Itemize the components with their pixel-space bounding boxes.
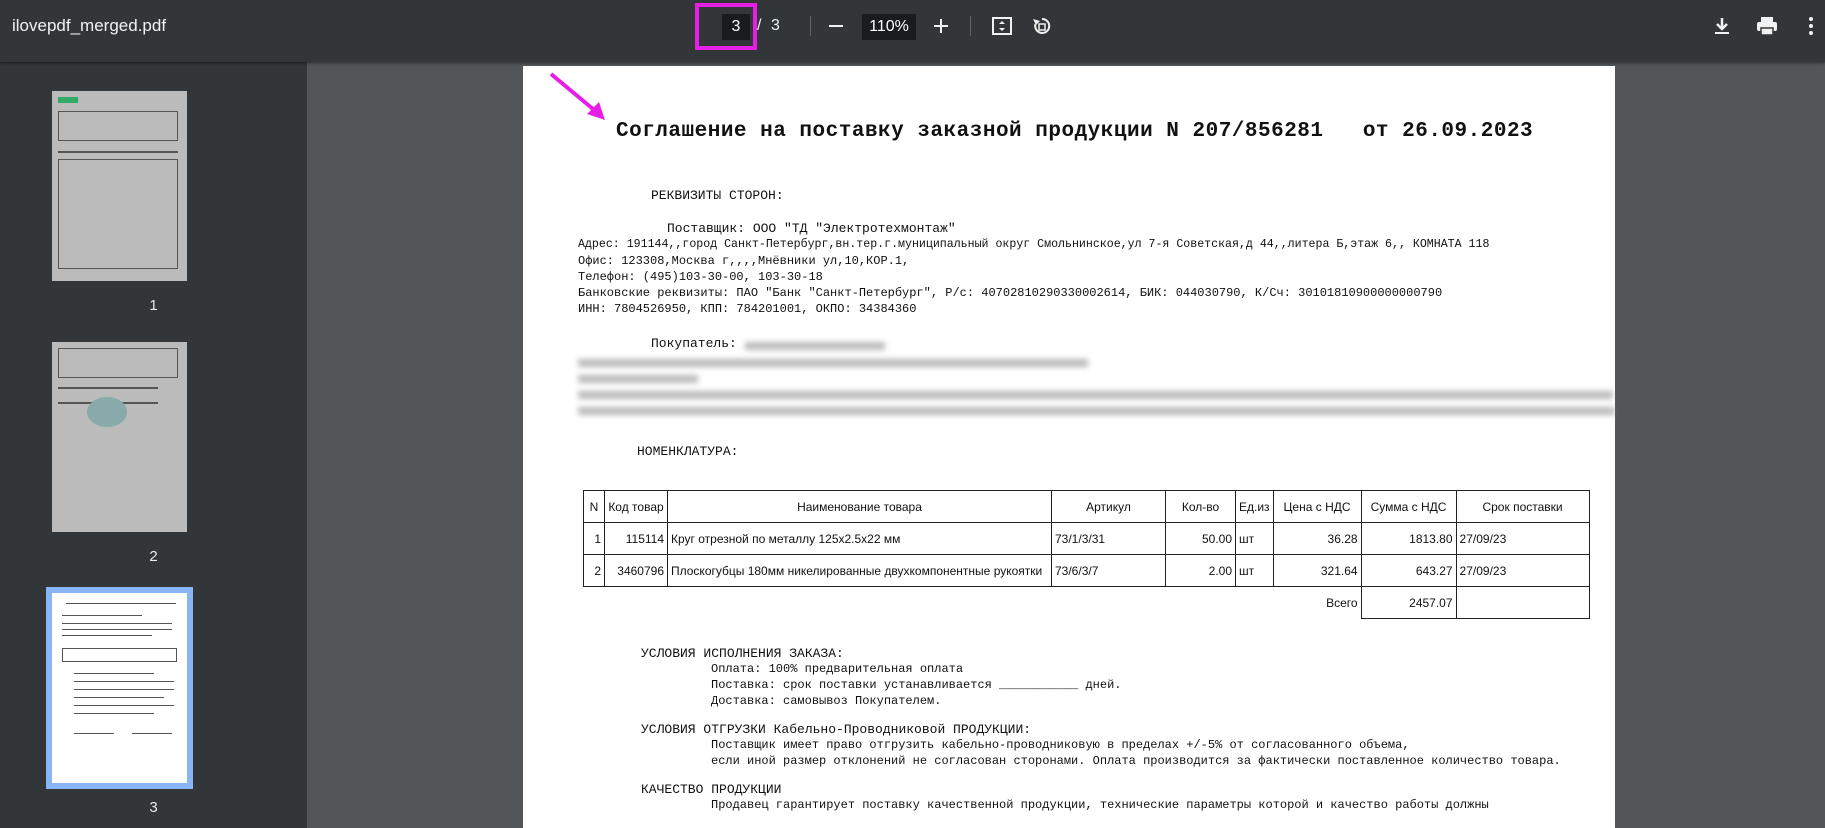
rotate-icon [1033, 17, 1051, 34]
section-parties: РЕКВИЗИТЫ СТОРОН: [651, 188, 784, 203]
page-thumbnail-3[interactable] [46, 587, 193, 789]
column-header: Код товар [604, 490, 668, 523]
arrow-annotation-icon [549, 72, 605, 120]
shipping-title: УСЛОВИЯ ОТГРУЗКИ Кабельно-Проводниковой … [641, 722, 1032, 737]
cell-n: 1 [583, 522, 605, 555]
cell-price: 36.28 [1272, 522, 1362, 555]
rotate-button[interactable] [1026, 10, 1058, 42]
cell-code: 3460796 [604, 554, 668, 587]
plus-icon [934, 19, 948, 33]
supplier-address: Адрес: 191144,,город Санкт-Петербург,вн.… [578, 238, 1490, 251]
supplier-phone: Телефон: (495)103-30-00, 103-30-18 [578, 270, 823, 284]
redacted-text [578, 375, 698, 383]
supplier-name: Поставщик: ООО "ТД "Электротехмонтаж" [667, 221, 956, 236]
thumbnail-page-number: 2 [149, 548, 158, 565]
condition-pickup: Доставка: самовывоз Покупателем. [711, 694, 942, 708]
cell-sum: 1813.80 [1360, 522, 1457, 555]
redacted-text [745, 342, 885, 350]
cell-qty: 2.00 [1165, 554, 1236, 587]
supplier-inn: ИНН: 7804526950, КПП: 784201001, ОКПО: 3… [578, 302, 917, 316]
supplier-office: Офис: 123308,Москва г,,,,Мнёвники ул,10,… [578, 254, 910, 268]
total-pages: 3 [771, 17, 780, 34]
document-title-heading: Соглашение на поставку заказной продукци… [616, 120, 1534, 143]
pdf-toolbar: ilovepdf_merged.pdf 3 / 3 110% [0, 0, 1825, 62]
quality-text-1: Продавец гарантирует поставку качественн… [711, 798, 1489, 812]
cell-price: 321.64 [1272, 554, 1362, 587]
cell-n: 2 [583, 554, 605, 587]
column-header: Ед.из [1235, 490, 1274, 523]
table-header-row: N Код товар Наименование товара Артикул … [583, 490, 1590, 523]
document-title: ilovepdf_merged.pdf [12, 16, 167, 35]
cell-date: 27/09/23 [1455, 554, 1590, 587]
cell-article: 73/6/3/7 [1051, 554, 1166, 587]
condition-payment: Оплата: 100% предварительная оплата [711, 662, 964, 676]
column-header: Кол-во [1165, 490, 1236, 523]
cell-name: Круг отрезной по металлу 125х2.5х22 мм [667, 522, 1052, 555]
download-icon [1715, 18, 1729, 34]
annotation-highlight-box [695, 3, 757, 50]
cell-unit: шт [1235, 554, 1274, 587]
shipping-text-1: Поставщик имеет право отгрузить кабельно… [711, 738, 1410, 752]
nomenclature-table: N Код товар Наименование товара Артикул … [583, 490, 1590, 619]
buyer-label: Покупатель: [651, 336, 737, 351]
shipping-text-2: если иной размер отклонений не согласова… [711, 754, 1561, 768]
more-vert-icon [1809, 17, 1813, 35]
thumbnail-sidebar: 1 2 3 [0, 62, 307, 828]
download-button[interactable] [1706, 10, 1738, 42]
toolbar-divider [970, 16, 971, 36]
column-header: Срок поставки [1455, 490, 1590, 523]
page-thumbnail-1[interactable] [52, 91, 187, 281]
column-header: Цена с НДС [1272, 490, 1362, 523]
cell-unit: шт [1235, 522, 1274, 555]
toolbar-divider [810, 16, 811, 36]
print-button[interactable] [1751, 10, 1783, 42]
cell-date: 27/09/23 [1455, 522, 1590, 555]
cell-qty: 50.00 [1165, 522, 1236, 555]
page-thumbnail-2[interactable] [52, 342, 187, 532]
table-total-row: Всего 2457.07 [584, 586, 1590, 619]
cell-sum: 643.27 [1360, 554, 1457, 587]
redacted-text [578, 407, 1615, 415]
column-header: N [583, 490, 605, 523]
thumbnail-page-number: 3 [149, 799, 158, 816]
zoom-out-button[interactable] [820, 10, 852, 42]
total-value: 2457.07 [1360, 586, 1457, 619]
fit-page-icon [992, 17, 1012, 35]
quality-title: КАЧЕСТВО ПРОДУКЦИИ [641, 782, 782, 797]
column-header: Сумма с НДС [1360, 490, 1457, 523]
thumbnail-page-number: 1 [149, 297, 158, 314]
redacted-text [578, 359, 1088, 367]
cell-code: 115114 [604, 522, 668, 555]
zoom-in-button[interactable] [925, 10, 957, 42]
column-header: Артикул [1051, 490, 1166, 523]
table-row: 1 115114 Круг отрезной по металлу 125х2.… [583, 522, 1590, 555]
table-row: 2 3460796 Плоскогубцы 180мм никелированн… [583, 554, 1590, 587]
fit-to-page-button[interactable] [986, 10, 1018, 42]
section-nomenclature: НОМЕНКЛАТУРА: [637, 444, 739, 459]
column-header: Наименование товара [667, 490, 1052, 523]
printer-icon [1757, 17, 1777, 36]
supplier-bank: Банковские реквизиты: ПАО "Банк "Санкт-П… [578, 286, 1443, 300]
page-separator: / [757, 17, 762, 34]
redacted-text [578, 391, 1613, 399]
cell-article: 73/1/3/31 [1051, 522, 1166, 555]
pdf-page: Соглашение на поставку заказной продукци… [523, 66, 1615, 828]
document-viewer[interactable]: Соглашение на поставку заказной продукци… [307, 62, 1825, 828]
more-options-button[interactable] [1795, 10, 1825, 42]
conditions-title: УСЛОВИЯ ИСПОЛНЕНИЯ ЗАКАЗА: [641, 646, 844, 661]
minus-icon [829, 25, 843, 27]
zoom-input[interactable]: 110% [862, 14, 916, 40]
total-label: Всего [1273, 586, 1362, 619]
condition-delivery-term: Поставка: срок поставки устанавливается … [711, 678, 1122, 692]
cell-name: Плоскогубцы 180мм никелированные двухком… [667, 554, 1052, 587]
